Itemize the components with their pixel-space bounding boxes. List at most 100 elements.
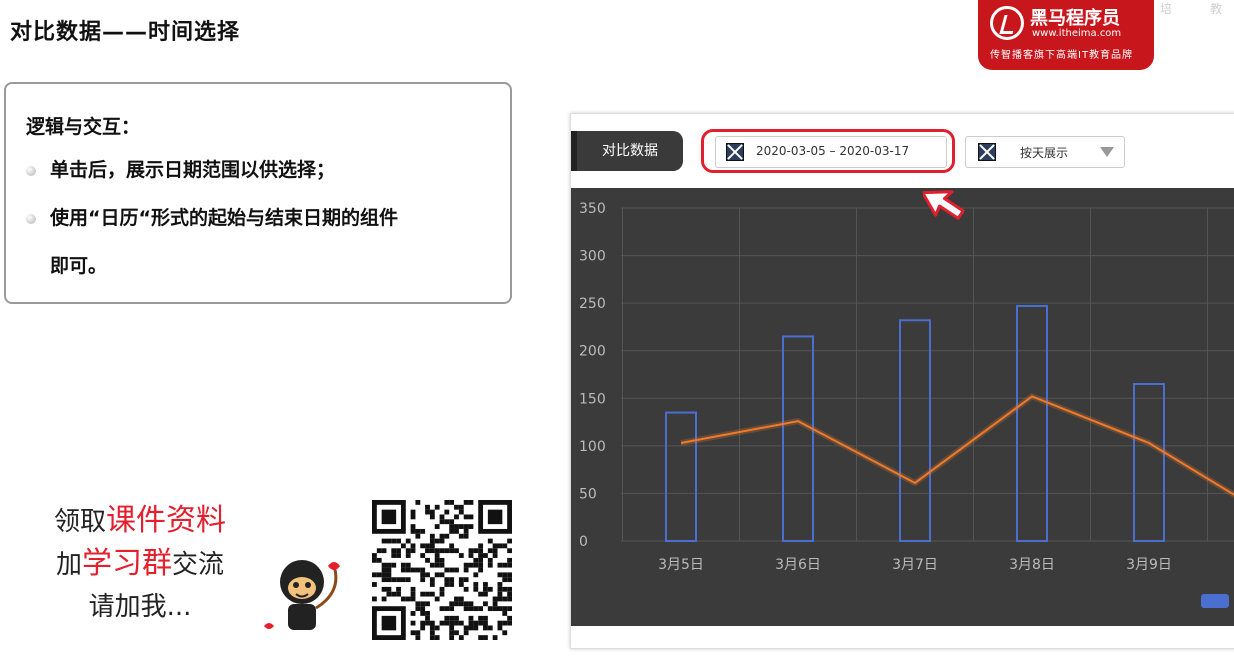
qr-module (478, 548, 484, 554)
qr-module (454, 548, 459, 554)
bullet-dot-icon (26, 165, 36, 176)
qr-module (439, 562, 445, 568)
qr-module (425, 620, 430, 626)
qr-module (444, 615, 450, 621)
qr-module (425, 611, 430, 616)
qr-module (468, 524, 474, 529)
legend-swatch[interactable] (1201, 594, 1229, 608)
qr-module (487, 586, 493, 592)
display-mode-value: 按天展示 (1020, 146, 1069, 160)
qr-module (463, 601, 469, 607)
qr-module (429, 591, 435, 597)
qr-module (468, 553, 474, 558)
qr-module (487, 606, 493, 612)
qr-module (502, 620, 508, 626)
qr-module (463, 606, 469, 612)
qr-module (449, 577, 455, 583)
chart-card: 对比数据 2020-03-05 – 2020-03-17 按天展示 0 50 100… (570, 113, 1234, 649)
qr-module (449, 635, 455, 640)
qr-module (487, 557, 493, 563)
qr-module (391, 562, 397, 568)
qr-module (454, 615, 459, 621)
qr-module (439, 572, 445, 578)
note-bullet-1: 单击后，展示日期范围以供选择； (26, 146, 335, 194)
qr-module (429, 562, 435, 568)
qr-module (473, 625, 479, 631)
qr-module (425, 548, 430, 554)
qr-module (381, 596, 387, 602)
display-mode-select[interactable]: 按天展示 (965, 136, 1125, 168)
mode-icon (978, 143, 996, 161)
qr-module (381, 577, 387, 583)
qr-module (415, 630, 421, 636)
qr-module (458, 582, 464, 587)
qr-module (420, 591, 426, 597)
qr-module (483, 601, 488, 607)
qr-module (463, 586, 469, 592)
x-tick-label: 3月9日 (1126, 557, 1172, 573)
qr-module (410, 591, 416, 597)
qr-module (454, 596, 459, 602)
chart-plot-area: 0 50 100 150 200 250 300 350 3月5日 3月6日 3月7日 3月8日 3月9… (571, 188, 1234, 626)
qr-module (502, 543, 508, 549)
qr-module (391, 538, 397, 544)
qr-module (405, 553, 411, 558)
qr-module (454, 514, 459, 520)
qr-module (405, 577, 411, 583)
qr-module (449, 500, 455, 505)
y-tick-label: 250 (579, 296, 606, 312)
compare-data-tab[interactable]: 对比数据 (571, 131, 683, 171)
mascot-icon (264, 560, 340, 630)
qr-module (396, 577, 401, 583)
qr-module (458, 553, 464, 558)
qr-module (391, 577, 397, 583)
y-tick-label: 200 (579, 344, 606, 360)
qr-module (415, 601, 421, 607)
qr-module (478, 553, 484, 558)
qr-module (429, 625, 435, 631)
qr-module (502, 586, 508, 592)
qr-module (439, 620, 445, 626)
qr-module (381, 572, 387, 578)
qr-module (410, 514, 416, 520)
qr-module (425, 601, 430, 607)
qr-module (497, 586, 503, 592)
promo-line-1-b: 课件资料 (106, 503, 226, 538)
qr-module (410, 567, 416, 573)
qr-module (449, 567, 455, 573)
qr-module (439, 548, 445, 554)
qr-module (478, 543, 484, 549)
qr-module (381, 567, 387, 573)
qr-module (410, 543, 416, 549)
qr-module (507, 557, 512, 563)
qr-finder (487, 509, 503, 525)
qr-module (492, 543, 498, 549)
promo-line-2-b: 学习群 (82, 546, 172, 581)
qr-module (473, 557, 479, 563)
logic-interaction-note: 逻辑与交互： 单击后，展示日期范围以供选择； 使用“日历“形式的起始与结束日期的… (4, 82, 512, 304)
logo-url: www.itheima.com (1032, 28, 1122, 39)
qr-module (425, 509, 430, 515)
qr-module (410, 524, 416, 529)
qr-module (425, 572, 430, 578)
qr-module (420, 528, 426, 534)
qr-module (449, 606, 455, 612)
qr-module (386, 562, 392, 568)
qr-module (478, 562, 484, 568)
qr-module (507, 572, 512, 578)
qr-module (444, 519, 450, 525)
qr-module (507, 591, 512, 597)
qr-module (386, 586, 392, 592)
qr-module (434, 572, 440, 578)
qr-module (463, 500, 469, 505)
qr-module (492, 606, 498, 612)
qr-module (434, 504, 440, 510)
qr-module (415, 606, 421, 612)
qr-module (463, 533, 469, 539)
qr-module (502, 606, 508, 612)
qr-module (429, 577, 435, 583)
qr-module (454, 528, 459, 534)
y-tick-label: 350 (579, 201, 606, 217)
qr-module (468, 615, 474, 621)
qr-module (478, 635, 484, 640)
